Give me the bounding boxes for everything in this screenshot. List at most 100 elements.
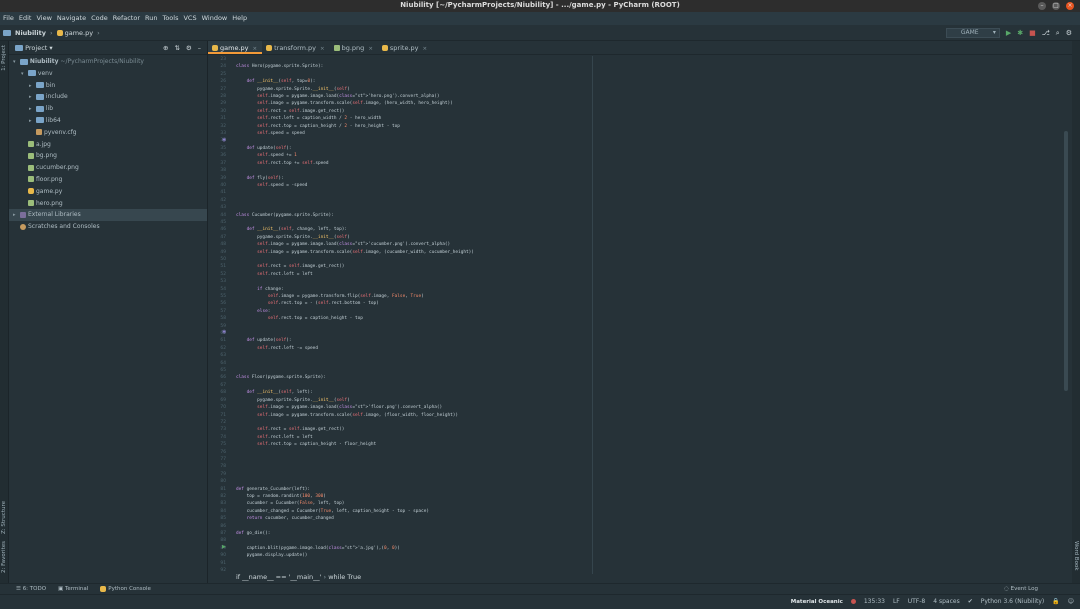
menu-navigate[interactable]: Navigate: [57, 12, 86, 25]
error-indicator-icon[interactable]: [850, 595, 856, 609]
code-line[interactable]: [236, 456, 591, 463]
menu-tools[interactable]: Tools: [162, 12, 178, 25]
menu-vcs[interactable]: VCS: [183, 12, 196, 25]
run-gutter-icon[interactable]: ▶: [222, 544, 226, 550]
code-line[interactable]: [236, 360, 591, 367]
code-line[interactable]: self.rect.top = caption_height - floor_h…: [236, 441, 591, 448]
lock-icon[interactable]: 🔒: [1052, 595, 1059, 609]
close-icon[interactable]: ×: [1066, 2, 1074, 10]
code-line[interactable]: [236, 197, 591, 204]
code-line[interactable]: [236, 167, 591, 174]
code-editor[interactable]: class Hero(pygame.sprite.Sprite): def __…: [236, 56, 591, 574]
tree-item[interactable]: cucumber.png: [9, 162, 207, 174]
breadcrumb-while[interactable]: while True: [328, 573, 361, 581]
tree-item[interactable]: pyvenv.cfg: [9, 127, 207, 139]
tree-item[interactable]: ▸ lib: [9, 103, 207, 115]
close-tab-icon[interactable]: ×: [423, 46, 428, 52]
code-line[interactable]: def __init__(self, top=0):: [236, 78, 591, 85]
python-interpreter[interactable]: Python 3.6 (Niubility): [981, 595, 1045, 609]
chevron-down-icon[interactable]: ▾: [13, 57, 20, 69]
code-line[interactable]: [236, 560, 591, 567]
code-line[interactable]: pygame.sprite.Sprite.__init__(self): [236, 234, 591, 241]
code-line[interactable]: [236, 463, 591, 470]
code-line[interactable]: [236, 537, 591, 544]
run-icon[interactable]: ▶: [1006, 28, 1011, 38]
code-line[interactable]: def __init__(self, change, left, top):: [236, 226, 591, 233]
code-line[interactable]: caption.blit(pygame.image.load(class="st…: [236, 545, 591, 552]
git-icon[interactable]: ✔: [968, 595, 973, 609]
code-line[interactable]: self.image = pygame.image.load(class="st…: [236, 241, 591, 248]
tool-tab-favorites[interactable]: 2: Favorites: [1, 541, 7, 573]
code-line[interactable]: self.image = pygame.transform.scale(self…: [236, 249, 591, 256]
code-line[interactable]: pygame.sprite.Sprite.__init__(self): [236, 86, 591, 93]
stop-icon[interactable]: ■: [1029, 28, 1036, 38]
code-line[interactable]: self.rect.top = caption_height - top: [236, 315, 591, 322]
code-line[interactable]: else:: [236, 308, 591, 315]
override-marker-icon[interactable]: ◉: [222, 329, 226, 335]
hide-icon[interactable]: –: [198, 41, 201, 55]
code-line[interactable]: def generate_Cucumber(left):: [236, 486, 591, 493]
tree-item[interactable]: game.py: [9, 186, 207, 198]
locate-icon[interactable]: ⊕: [163, 41, 168, 55]
close-tab-icon[interactable]: ×: [320, 46, 325, 52]
tab-bg-png[interactable]: bg.png ×: [330, 41, 378, 54]
tree-item[interactable]: ▸ External Libraries: [9, 209, 207, 222]
code-line[interactable]: self.rect = self.image.get_rect(): [236, 426, 591, 433]
code-line[interactable]: [236, 352, 591, 359]
code-line[interactable]: [236, 449, 591, 456]
code-line[interactable]: [236, 330, 591, 337]
gear-icon[interactable]: ⚙: [186, 41, 192, 55]
code-line[interactable]: def go_die():: [236, 530, 591, 537]
settings-icon[interactable]: ⚙: [1066, 28, 1072, 38]
close-tab-icon[interactable]: ×: [368, 46, 373, 52]
code-line[interactable]: [236, 204, 591, 211]
menu-refactor[interactable]: Refactor: [113, 12, 140, 25]
code-line[interactable]: def update(self):: [236, 337, 591, 344]
code-line[interactable]: self.rect = self.image.get_rect(): [236, 263, 591, 270]
code-line[interactable]: self.rect.top = caption_height / 2 - her…: [236, 123, 591, 130]
tree-item[interactable]: a.jpg: [9, 139, 207, 151]
code-line[interactable]: self.rect.left -= speed: [236, 345, 591, 352]
code-line[interactable]: cucumber = Cucumber(False, left, top): [236, 500, 591, 507]
code-line[interactable]: self.speed += 1: [236, 152, 591, 159]
code-line[interactable]: self.image = pygame.transform.flip(self.…: [236, 293, 591, 300]
code-line[interactable]: class Cucumber(pygame.sprite.Sprite):: [236, 212, 591, 219]
code-line[interactable]: [236, 56, 591, 63]
breadcrumb-project[interactable]: Niubility: [15, 25, 46, 41]
tree-item[interactable]: hero.png: [9, 198, 207, 210]
code-line[interactable]: [236, 219, 591, 226]
breadcrumb-if-main[interactable]: if __name__ == '__main__': [236, 573, 321, 581]
tab-sprite-py[interactable]: sprite.py ×: [378, 41, 432, 54]
code-line[interactable]: [236, 523, 591, 530]
maximize-icon[interactable]: □: [1052, 2, 1060, 10]
tab-transform-py[interactable]: transform.py ×: [262, 41, 330, 54]
minimize-icon[interactable]: –: [1038, 2, 1046, 10]
menu-window[interactable]: Window: [202, 12, 228, 25]
code-line[interactable]: [236, 278, 591, 285]
code-line[interactable]: def fly(self):: [236, 175, 591, 182]
code-line[interactable]: if change:: [236, 286, 591, 293]
code-line[interactable]: self.image = pygame.image.load(class="st…: [236, 404, 591, 411]
collapse-icon[interactable]: ⇅: [174, 41, 179, 55]
code-line[interactable]: top = random.randint(100, 300): [236, 493, 591, 500]
code-line[interactable]: [236, 189, 591, 196]
chevron-down-icon[interactable]: ▾: [21, 69, 28, 81]
caret-position[interactable]: 135:33: [864, 595, 885, 609]
code-line[interactable]: def __init__(self, left):: [236, 389, 591, 396]
code-line[interactable]: self.speed = speed: [236, 130, 591, 137]
breadcrumb-file[interactable]: game.py: [56, 25, 93, 41]
theme-indicator[interactable]: Material Oceanic: [791, 595, 843, 609]
editor-scrollbar[interactable]: [1064, 131, 1068, 391]
code-line[interactable]: self.rect.left = caption_width / 2 - her…: [236, 115, 591, 122]
tree-item[interactable]: Scratches and Consoles: [9, 221, 207, 233]
code-line[interactable]: self.rect.top = - (self.rect.bottom - to…: [236, 300, 591, 307]
code-line[interactable]: [236, 478, 591, 485]
vcs-icon[interactable]: ⎇: [1042, 28, 1050, 38]
tree-item[interactable]: floor.png: [9, 174, 207, 186]
code-line[interactable]: self.image = pygame.transform.scale(self…: [236, 100, 591, 107]
tree-item[interactable]: ▸ lib64: [9, 115, 207, 127]
code-line[interactable]: [236, 71, 591, 78]
code-line[interactable]: def update(self):: [236, 145, 591, 152]
tool-tab-word-book[interactable]: Word Book: [1073, 541, 1079, 571]
menu-help[interactable]: Help: [232, 12, 247, 25]
